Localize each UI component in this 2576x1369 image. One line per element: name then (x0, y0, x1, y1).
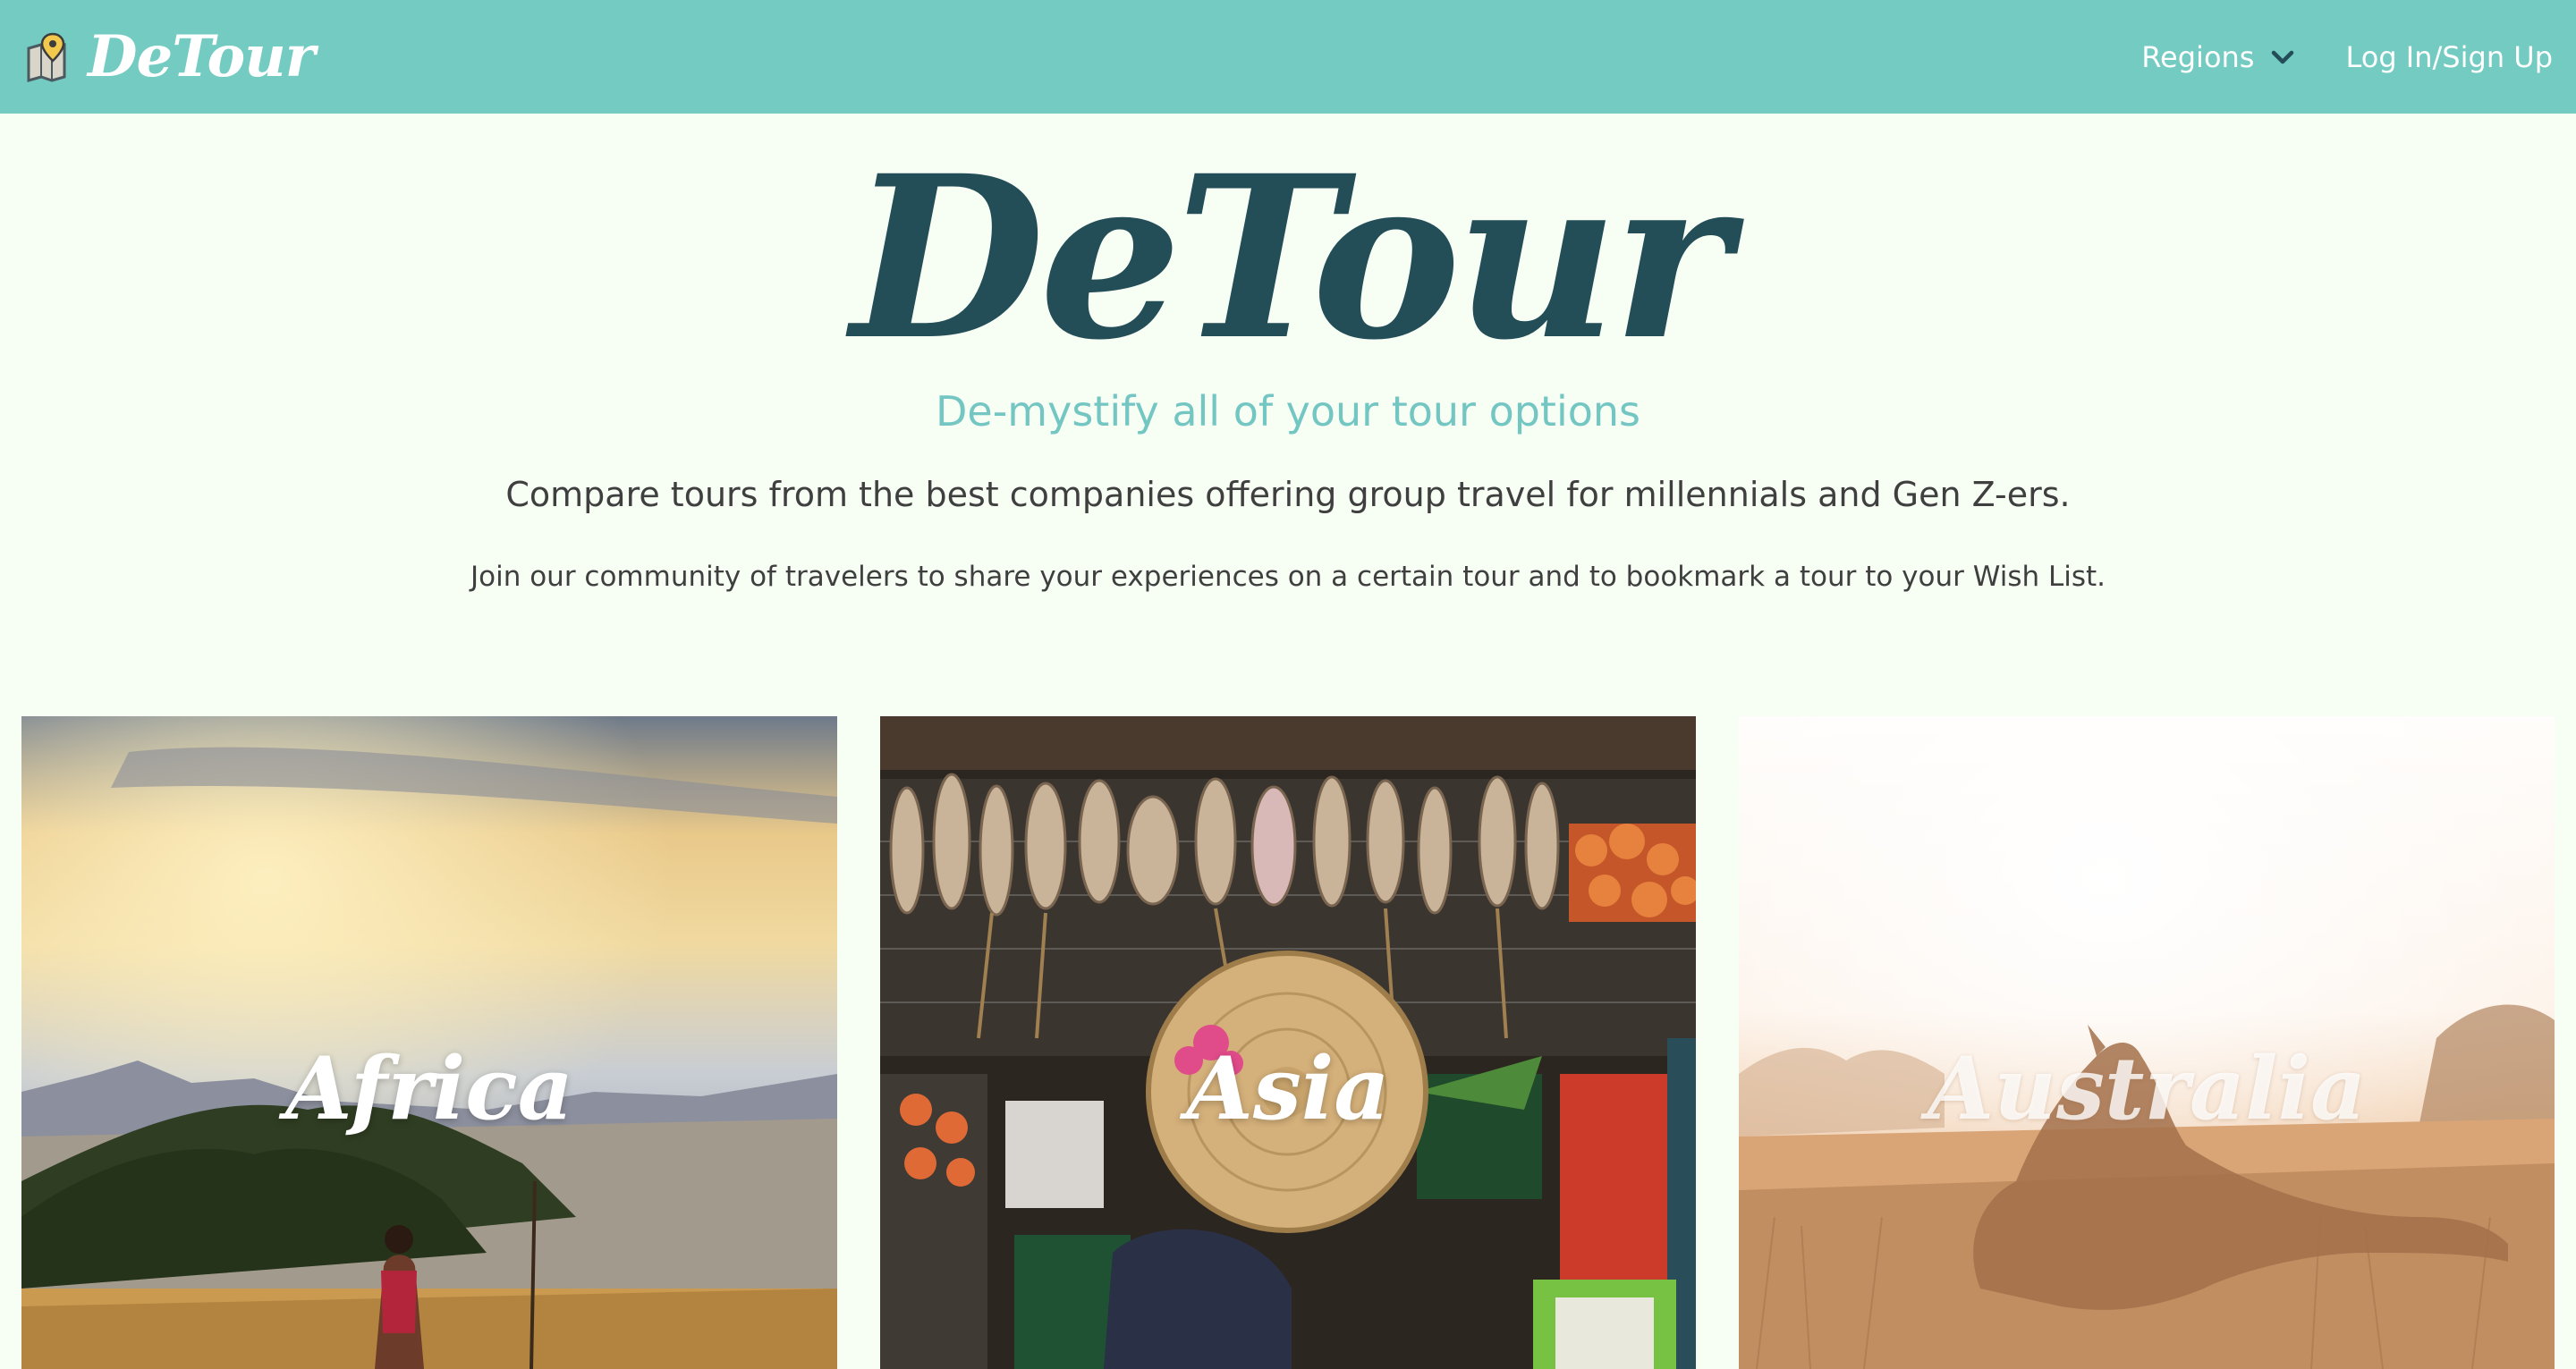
regions-dropdown[interactable]: Regions (2141, 40, 2295, 74)
map-pin-icon (27, 32, 66, 82)
chevron-down-icon (2272, 50, 2294, 63)
brand-link[interactable]: DeTour (25, 23, 315, 90)
hero-tagline: De-mystify all of your tour options (935, 387, 1641, 435)
region-label-africa: Africa (285, 1038, 573, 1139)
region-label-asia: Asia (1186, 1038, 1390, 1139)
navbar: DeTour Regions Log In/Sign Up (0, 0, 2576, 114)
regions-label: Regions (2141, 39, 2255, 74)
region-card-australia[interactable]: Australia (1739, 716, 2555, 1369)
region-label-australia: Australia (1927, 1038, 2367, 1139)
region-cards: Africa Asia Australia (21, 716, 2555, 1369)
nav-links: Regions Log In/Sign Up (2141, 40, 2553, 74)
hero-lead: Compare tours from the best companies of… (505, 475, 2071, 514)
hero: DeTour De-mystify all of your tour optio… (0, 114, 2576, 593)
region-card-africa[interactable]: Africa (21, 716, 837, 1369)
hero-title: DeTour (851, 126, 1730, 389)
brand-name: DeTour (88, 23, 315, 90)
login-signup-link[interactable]: Log In/Sign Up (2345, 40, 2553, 74)
hero-subtext: Join our community of travelers to share… (470, 561, 2106, 593)
region-card-asia[interactable]: Asia (880, 716, 1696, 1369)
